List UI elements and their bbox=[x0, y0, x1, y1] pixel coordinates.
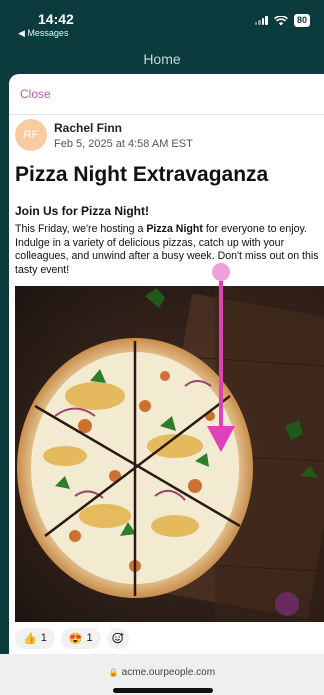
swipe-gesture-overlay bbox=[207, 263, 235, 452]
touch-point-icon bbox=[212, 263, 230, 281]
arrow-down-icon bbox=[207, 426, 235, 452]
home-indicator[interactable] bbox=[113, 688, 213, 693]
lock-icon: 🔒 bbox=[108, 668, 119, 677]
url-text: acme.ourpeople.com bbox=[121, 667, 216, 678]
url-bar[interactable]: 🔒 acme.ourpeople.com bbox=[0, 667, 324, 678]
